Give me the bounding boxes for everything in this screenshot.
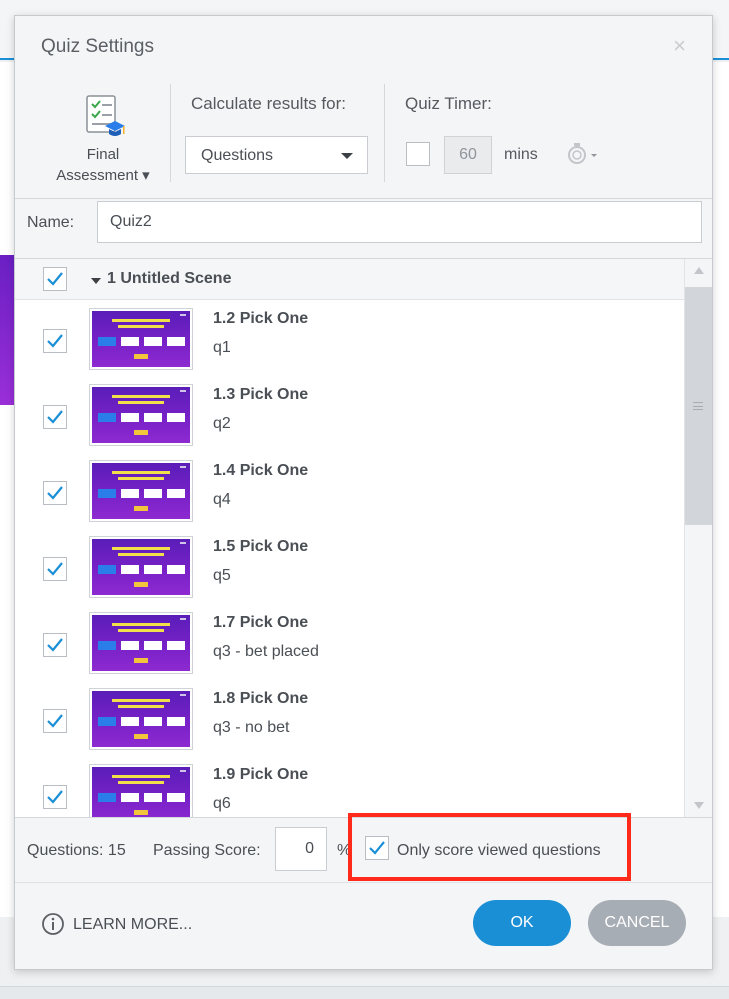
question-thumbnail — [89, 612, 193, 674]
question-row[interactable]: 1.2 Pick One q1 — [15, 301, 684, 377]
scene-collapse-caret[interactable] — [91, 278, 101, 284]
question-subtitle: q5 — [213, 567, 231, 584]
question-row[interactable]: 1.8 Pick One q3 - no bet — [15, 681, 684, 757]
quiz-timer-unit: mins — [504, 146, 538, 163]
dialog-title-bar: Quiz Settings × — [15, 16, 712, 78]
question-title: 1.4 Pick One — [213, 462, 309, 479]
question-thumbnail — [89, 536, 193, 598]
quiz-document-icon — [86, 95, 125, 136]
question-thumbnail — [89, 308, 193, 370]
assessment-label-line1: Final — [86, 146, 120, 163]
calculate-results-select[interactable]: Questions — [185, 136, 368, 174]
scene-title: 1 Untitled Scene — [107, 270, 232, 287]
calculate-results-value: Questions — [201, 147, 274, 164]
question-subtitle: q3 - bet placed — [213, 643, 319, 660]
check-icon — [47, 272, 63, 286]
check-icon — [47, 486, 63, 500]
grip-icon — [693, 402, 703, 410]
check-icon — [47, 562, 63, 576]
assessment-type-dropdown[interactable]: Final Assessment ▾ — [33, 88, 173, 188]
question-subtitle: q2 — [213, 415, 231, 432]
question-row[interactable]: 1.9 Pick One q6 — [15, 757, 684, 817]
question-thumbnail — [89, 460, 193, 522]
question-list: 1 Untitled Scene 1.2 Pick One q1 1.3 Pic… — [15, 258, 712, 818]
quiz-timer-label: Quiz Timer: — [405, 94, 492, 113]
question-checkbox[interactable] — [43, 557, 67, 581]
question-subtitle: q1 — [213, 339, 231, 356]
quiz-timer-minutes-input[interactable]: 60 — [444, 136, 492, 174]
question-title: 1.5 Pick One — [213, 538, 309, 555]
scene-checkbox[interactable] — [43, 267, 67, 291]
quiz-timer-checkbox[interactable] — [406, 142, 430, 166]
question-checkbox[interactable] — [43, 329, 67, 353]
question-subtitle: q6 — [213, 795, 231, 812]
check-icon — [47, 714, 63, 728]
toolbar-divider — [384, 84, 385, 182]
check-icon — [47, 638, 63, 652]
scroll-down-icon[interactable] — [694, 802, 704, 809]
question-checkbox[interactable] — [43, 633, 67, 657]
quiz-toolbar: Final Assessment ▾ Calculate results for… — [15, 78, 712, 198]
background-status-bar — [0, 986, 729, 999]
question-title: 1.2 Pick One — [213, 310, 309, 327]
question-checkbox[interactable] — [43, 405, 67, 429]
question-checkbox[interactable] — [43, 481, 67, 505]
question-title: 1.9 Pick One — [213, 766, 309, 783]
question-subtitle: q3 - no bet — [213, 719, 290, 736]
quiz-settings-dialog: Quiz Settings × Final Assessment ▾ Calcu… — [14, 15, 713, 970]
dialog-title: Quiz Settings — [41, 36, 154, 57]
question-title: 1.3 Pick One — [213, 386, 309, 403]
close-icon[interactable]: × — [673, 33, 686, 59]
check-icon — [47, 334, 63, 348]
chevron-down-icon — [341, 153, 353, 159]
learn-more-label: LEARN MORE... — [73, 916, 193, 933]
question-thumbnail — [89, 764, 193, 817]
question-row[interactable]: 1.7 Pick One q3 - bet placed — [15, 605, 684, 681]
passing-score-label: Passing Score: — [153, 842, 261, 859]
stopwatch-icon[interactable] — [565, 142, 599, 166]
question-thumbnail — [89, 384, 193, 446]
check-icon — [47, 410, 63, 424]
ok-button[interactable]: OK — [473, 900, 571, 946]
background-slide-edge — [0, 255, 14, 405]
check-icon — [47, 790, 63, 804]
question-checkbox[interactable] — [43, 785, 67, 809]
questions-count: Questions: 15 — [27, 842, 126, 859]
cancel-button[interactable]: CANCEL — [588, 900, 686, 946]
quiz-name-label: Name: — [27, 214, 75, 231]
scene-header-row: 1 Untitled Scene — [15, 259, 684, 300]
toolbar-divider — [170, 84, 171, 182]
question-row[interactable]: 1.5 Pick One q5 — [15, 529, 684, 605]
question-title: 1.8 Pick One — [213, 690, 309, 707]
question-row[interactable]: 1.4 Pick One q4 — [15, 453, 684, 529]
scroll-up-icon[interactable] — [694, 267, 704, 274]
scrollbar-thumb[interactable] — [685, 287, 712, 525]
footer-divider — [15, 882, 712, 883]
question-title: 1.7 Pick One — [213, 614, 309, 631]
question-checkbox[interactable] — [43, 709, 67, 733]
toolbar-bottom-divider — [15, 198, 712, 199]
question-subtitle: q4 — [213, 491, 231, 508]
assessment-label-line2: Assessment ▾ — [56, 167, 150, 184]
highlight-annotation-box — [348, 813, 631, 881]
question-list-scrollbar[interactable] — [684, 259, 712, 817]
passing-score-input[interactable]: 0 — [275, 827, 327, 871]
quiz-name-input[interactable]: Quiz2 — [97, 201, 702, 243]
calculate-results-label: Calculate results for: — [191, 94, 346, 113]
info-icon — [42, 913, 64, 935]
question-row[interactable]: 1.3 Pick One q2 — [15, 377, 684, 453]
question-thumbnail — [89, 688, 193, 750]
